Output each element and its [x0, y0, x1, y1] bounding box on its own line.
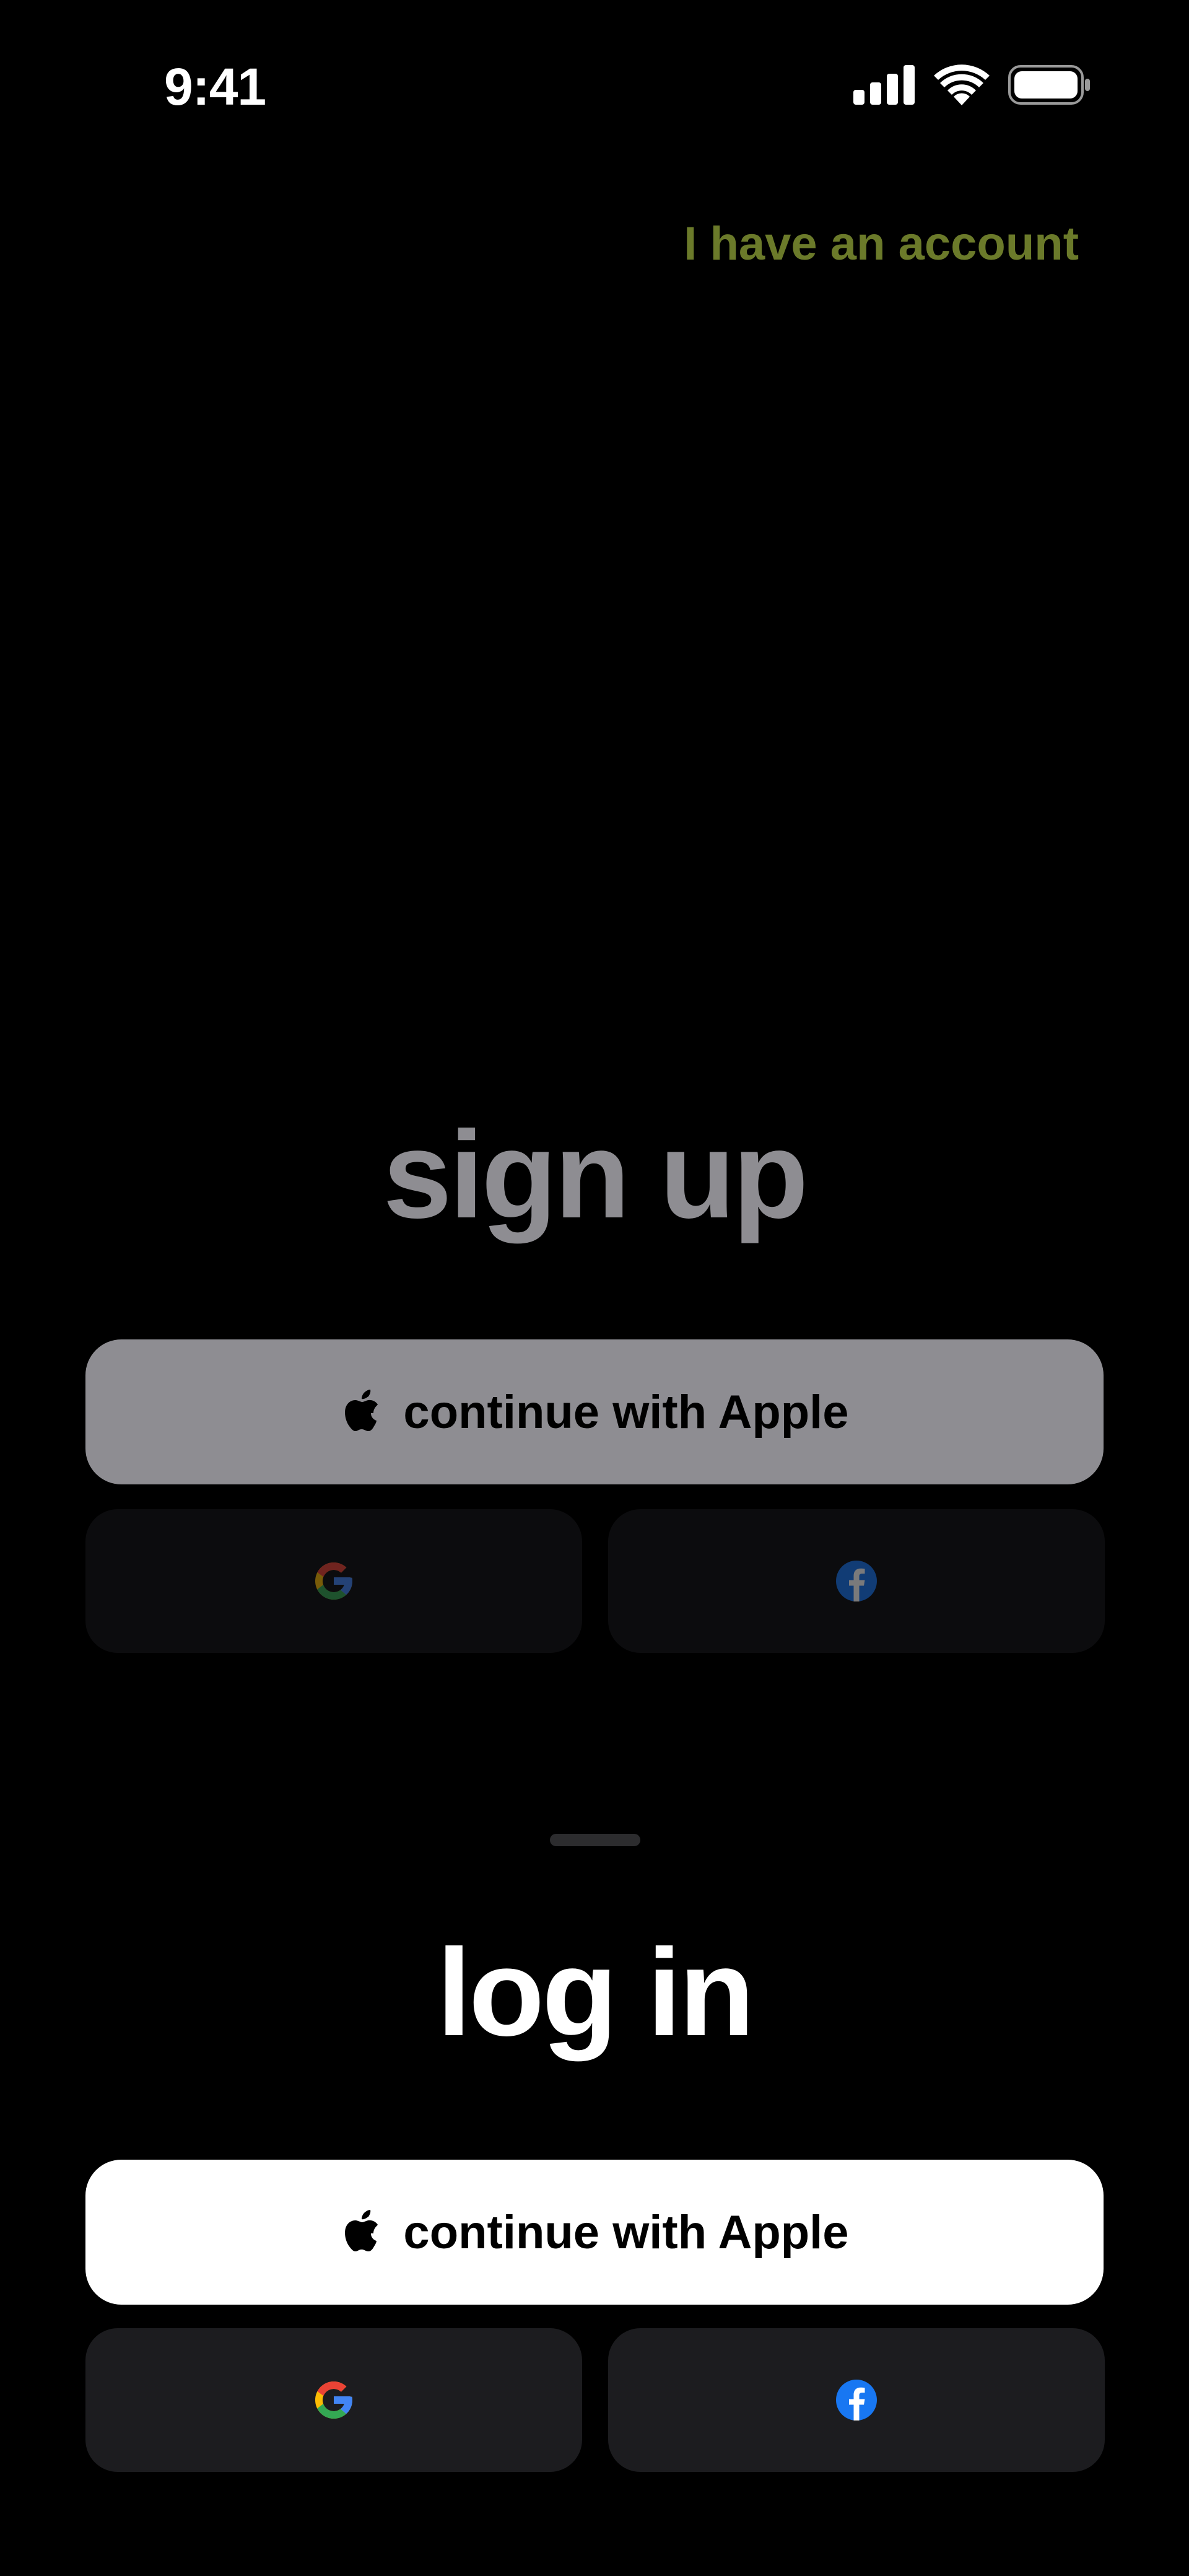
login-apple-button-label: continue with Apple	[403, 2206, 849, 2259]
sheet-drag-handle[interactable]	[550, 1834, 640, 1846]
login-facebook-button[interactable]	[608, 2328, 1105, 2472]
status-icons	[853, 64, 1090, 105]
apple-icon	[345, 2210, 378, 2251]
google-icon	[315, 2381, 352, 2419]
signup-google-button[interactable]	[85, 1509, 582, 1653]
apple-icon	[345, 1390, 378, 1431]
status-bar: 9:41	[0, 0, 1189, 116]
cellular-signal-icon	[853, 65, 915, 105]
status-time: 9:41	[164, 58, 266, 116]
battery-icon	[1008, 65, 1090, 105]
login-title: log in	[437, 1924, 754, 2062]
i-have-an-account-link[interactable]: I have an account	[684, 217, 1079, 271]
signup-continue-with-apple-button[interactable]: continue with Apple	[85, 1339, 1104, 1484]
signup-facebook-button[interactable]	[608, 1509, 1105, 1653]
facebook-icon	[836, 1561, 877, 1601]
login-google-button[interactable]	[85, 2328, 582, 2472]
signup-title: sign up	[383, 1106, 808, 1244]
google-icon	[315, 1562, 352, 1600]
wifi-icon	[934, 64, 990, 105]
login-continue-with-apple-button[interactable]: continue with Apple	[85, 2160, 1104, 2305]
signup-apple-button-label: continue with Apple	[403, 1385, 849, 1439]
facebook-icon	[836, 2380, 877, 2420]
